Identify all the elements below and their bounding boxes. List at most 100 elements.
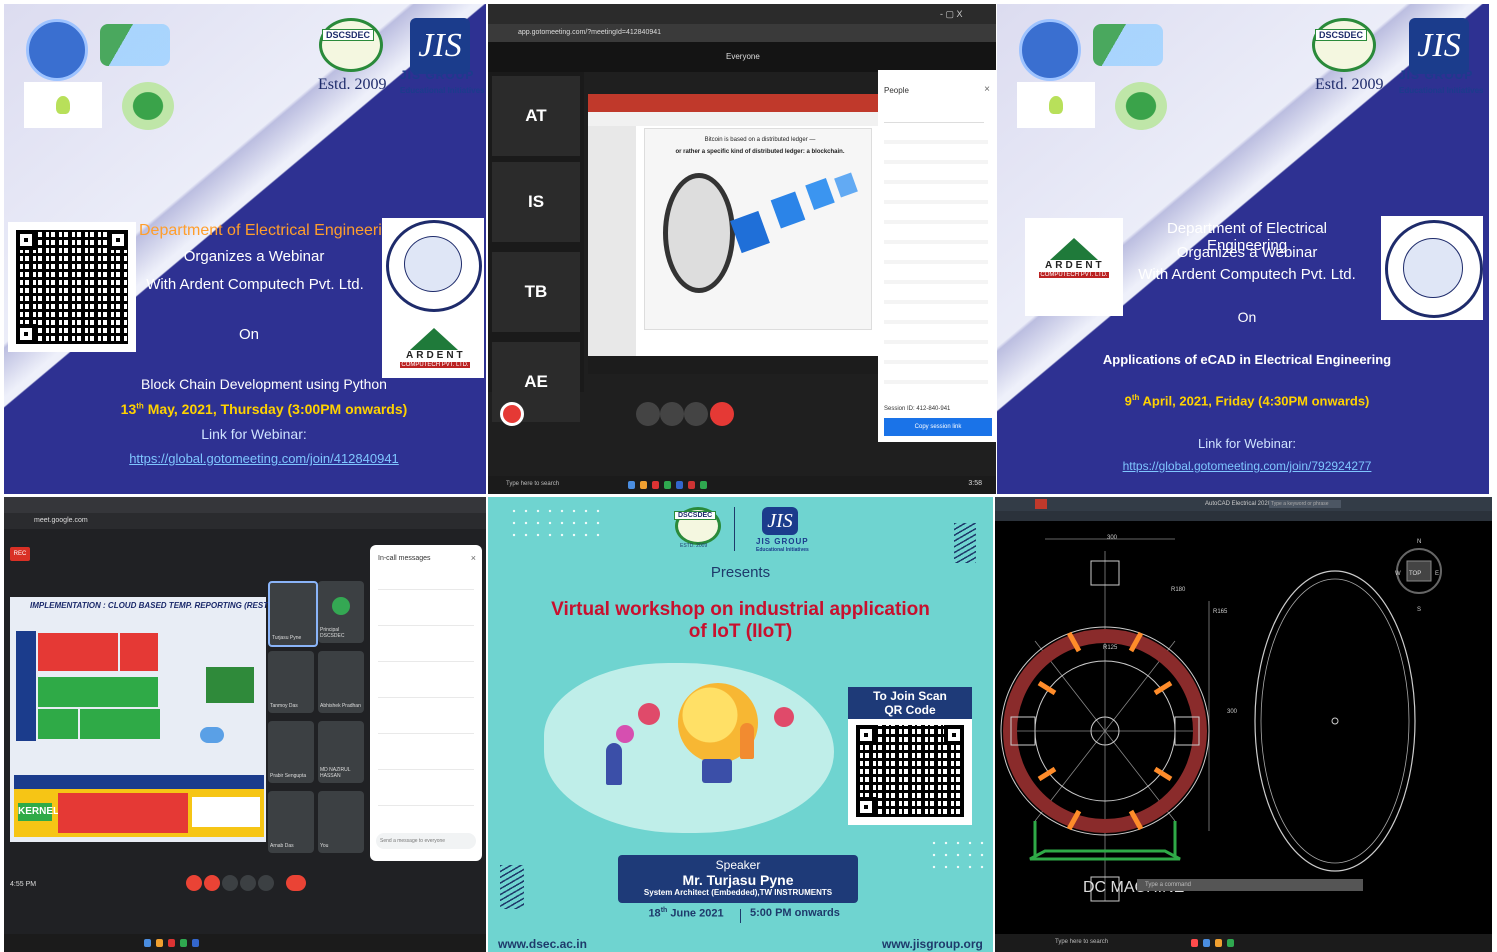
participant-tile[interactable]: IS [492,162,580,242]
jis-group-label: JIS GROUP [400,68,475,82]
slide-text-line1: Bitcoin is based on a distributed ledger… [704,137,816,143]
recycle-logo [122,82,174,130]
mic-button[interactable] [186,875,202,891]
taskbar-clock: 3:58 [968,480,982,487]
raise-hand-button[interactable] [240,875,256,891]
participant-tile[interactable]: Tanmoy Das [268,651,314,713]
close-icon[interactable]: × [471,553,476,563]
iiot-workshop-poster: DSCSDEC ESTD. 2009 JIS JIS GROUP Educati… [488,497,993,952]
estd-text: Estd. 2009 [318,76,387,93]
taskbar [4,934,486,952]
blockchain-cube-icon [770,191,806,229]
jis-subtitle: Educational Initiatives [400,86,485,95]
address-url[interactable]: app.gotomeeting.com/?meetingId=412840941 [518,29,661,36]
taskbar: Type here to search 3:58 [488,476,996,494]
participant-tile[interactable]: Turjasu Pyne [268,581,318,647]
organizes-line: Organizes a Webinar [183,248,325,265]
energy-club-logo [1017,82,1095,128]
camera-button[interactable] [660,402,684,426]
participant-tile[interactable]: Arnab Das [268,791,314,853]
dashboard-red-block [38,633,118,671]
participant-tile[interactable]: MD NAZIRUL HASSAN [318,721,364,783]
leave-call-button[interactable] [286,875,306,891]
date-suffix: th [660,907,668,914]
mic-button[interactable] [636,402,660,426]
participant-name: You [320,843,329,849]
dimension-top: 300 [1107,535,1118,541]
file-tab-bar [995,511,1492,521]
dimension-side: 300 [1227,709,1238,715]
app-logo-icon[interactable] [1035,499,1047,509]
speaker-name: Mr. Turjasu Pyne [682,872,794,888]
website-left[interactable]: www.dsec.ac.in [498,937,587,951]
date-rest: May, 2021, Thursday (3:00PM onwards) [147,401,408,417]
webinar-date: 13th May, 2021, Thursday (3:00PM onwards… [64,401,464,417]
captions-button[interactable] [222,875,238,891]
with-ardent-line: With Ardent Computech Pvt. Ltd. [1138,266,1356,283]
meeting-view-label[interactable]: Everyone [726,52,760,61]
participant-tile[interactable]: You [318,791,364,853]
webinar-link[interactable]: https://global.gotomeeting.com/join/4128… [54,451,474,466]
participant-name: Prabir Sengupta [270,773,307,779]
blockchain-cube-icon [834,172,858,198]
join-line2: QR Code [884,703,936,717]
chat-panel: In-call messages × Send a message to eve… [370,545,482,861]
taskbar-search[interactable]: Type here to search [506,481,559,487]
participant-strip: AT IS TB AE [488,72,584,422]
meeting-time: 4:55 PM [10,881,37,888]
dashboard-green-block [80,709,160,739]
chat-input[interactable]: Send a message to everyone [376,833,476,849]
compass-east: E [1435,571,1440,577]
record-button[interactable] [500,402,524,426]
window-controls[interactable]: - ▢ X [940,9,963,20]
logo-divider [734,507,735,551]
browser-tab-bar [4,497,486,513]
estd-text: Estd. 2009 [1315,76,1384,93]
link-label: Link for Webinar: [201,426,307,442]
presents-label: Presents [710,564,771,581]
compass-north: N [1417,539,1422,545]
date-suffix: th [1131,393,1140,402]
event-date: 18th June 2021 [636,907,736,920]
participant-tile[interactable]: Prabir Sengupta [268,721,314,783]
screen-share-button[interactable] [684,402,708,426]
leave-button[interactable] [710,402,734,426]
jis-subtitle: Educational Initiatives [756,547,809,553]
recycle-logo [1115,82,1167,130]
speaker-role: System Architect (Embedded),TW INSTRUMEN… [643,888,833,897]
join-instruction-box: To Join Scan QR Code [848,687,972,719]
viewcube-top-label[interactable]: TOP [1409,571,1421,577]
google-meet-iot-session: meet.google.com REC IMPLEMENTATION : CLO… [4,497,486,952]
participant-tile[interactable]: AT [492,76,580,156]
participant-tile[interactable]: TB [492,252,580,332]
decorative-stripes [500,865,524,909]
participant-name: Turjasu Pyne [272,635,302,641]
decorative-dots [928,837,988,877]
date-day: 9 [1124,393,1132,409]
copy-session-link-button[interactable]: Copy session link [884,418,992,436]
command-line[interactable]: Type a command [1137,879,1363,891]
ardent-logo-band: COMPUTECH PVT. LTD. [1039,272,1109,278]
ardent-logo-text: ARDENT [1045,260,1105,271]
person-figure-icon [740,723,754,759]
date-rest: April, 2021, Friday (4:30PM onwards) [1142,393,1370,409]
camera-button[interactable] [204,875,220,891]
taskbar-search[interactable]: Type here to search [1055,939,1108,945]
website-right[interactable]: www.jisgroup.org [882,937,983,951]
address-url[interactable]: meet.google.com [34,517,88,524]
gear-icon [616,725,634,743]
participant-tile[interactable]: Principal DSCSDEC [318,581,364,643]
presentation-slide: IMPLEMENTATION : CLOUD BASED TEMP. REPOR… [10,597,286,842]
dashboard-red-block [120,633,158,671]
workshop-title-line2: of IoT (IIoT) [688,621,793,642]
search-input[interactable]: Type a keyword or phrase [1269,500,1341,508]
jis-logo: JIS [762,507,798,535]
participant-tile[interactable]: Abhishek Pradhan [318,651,364,713]
present-button[interactable] [258,875,274,891]
webinar-link[interactable]: https://global.gotomeeting.com/join/7929… [1037,459,1457,473]
close-icon[interactable]: × [984,84,990,95]
participant-name: Abhishek Pradhan [320,703,361,709]
jis-logo: JIS [410,18,470,74]
join-line1: To Join Scan [873,689,947,703]
decorative-stripes [954,523,976,563]
